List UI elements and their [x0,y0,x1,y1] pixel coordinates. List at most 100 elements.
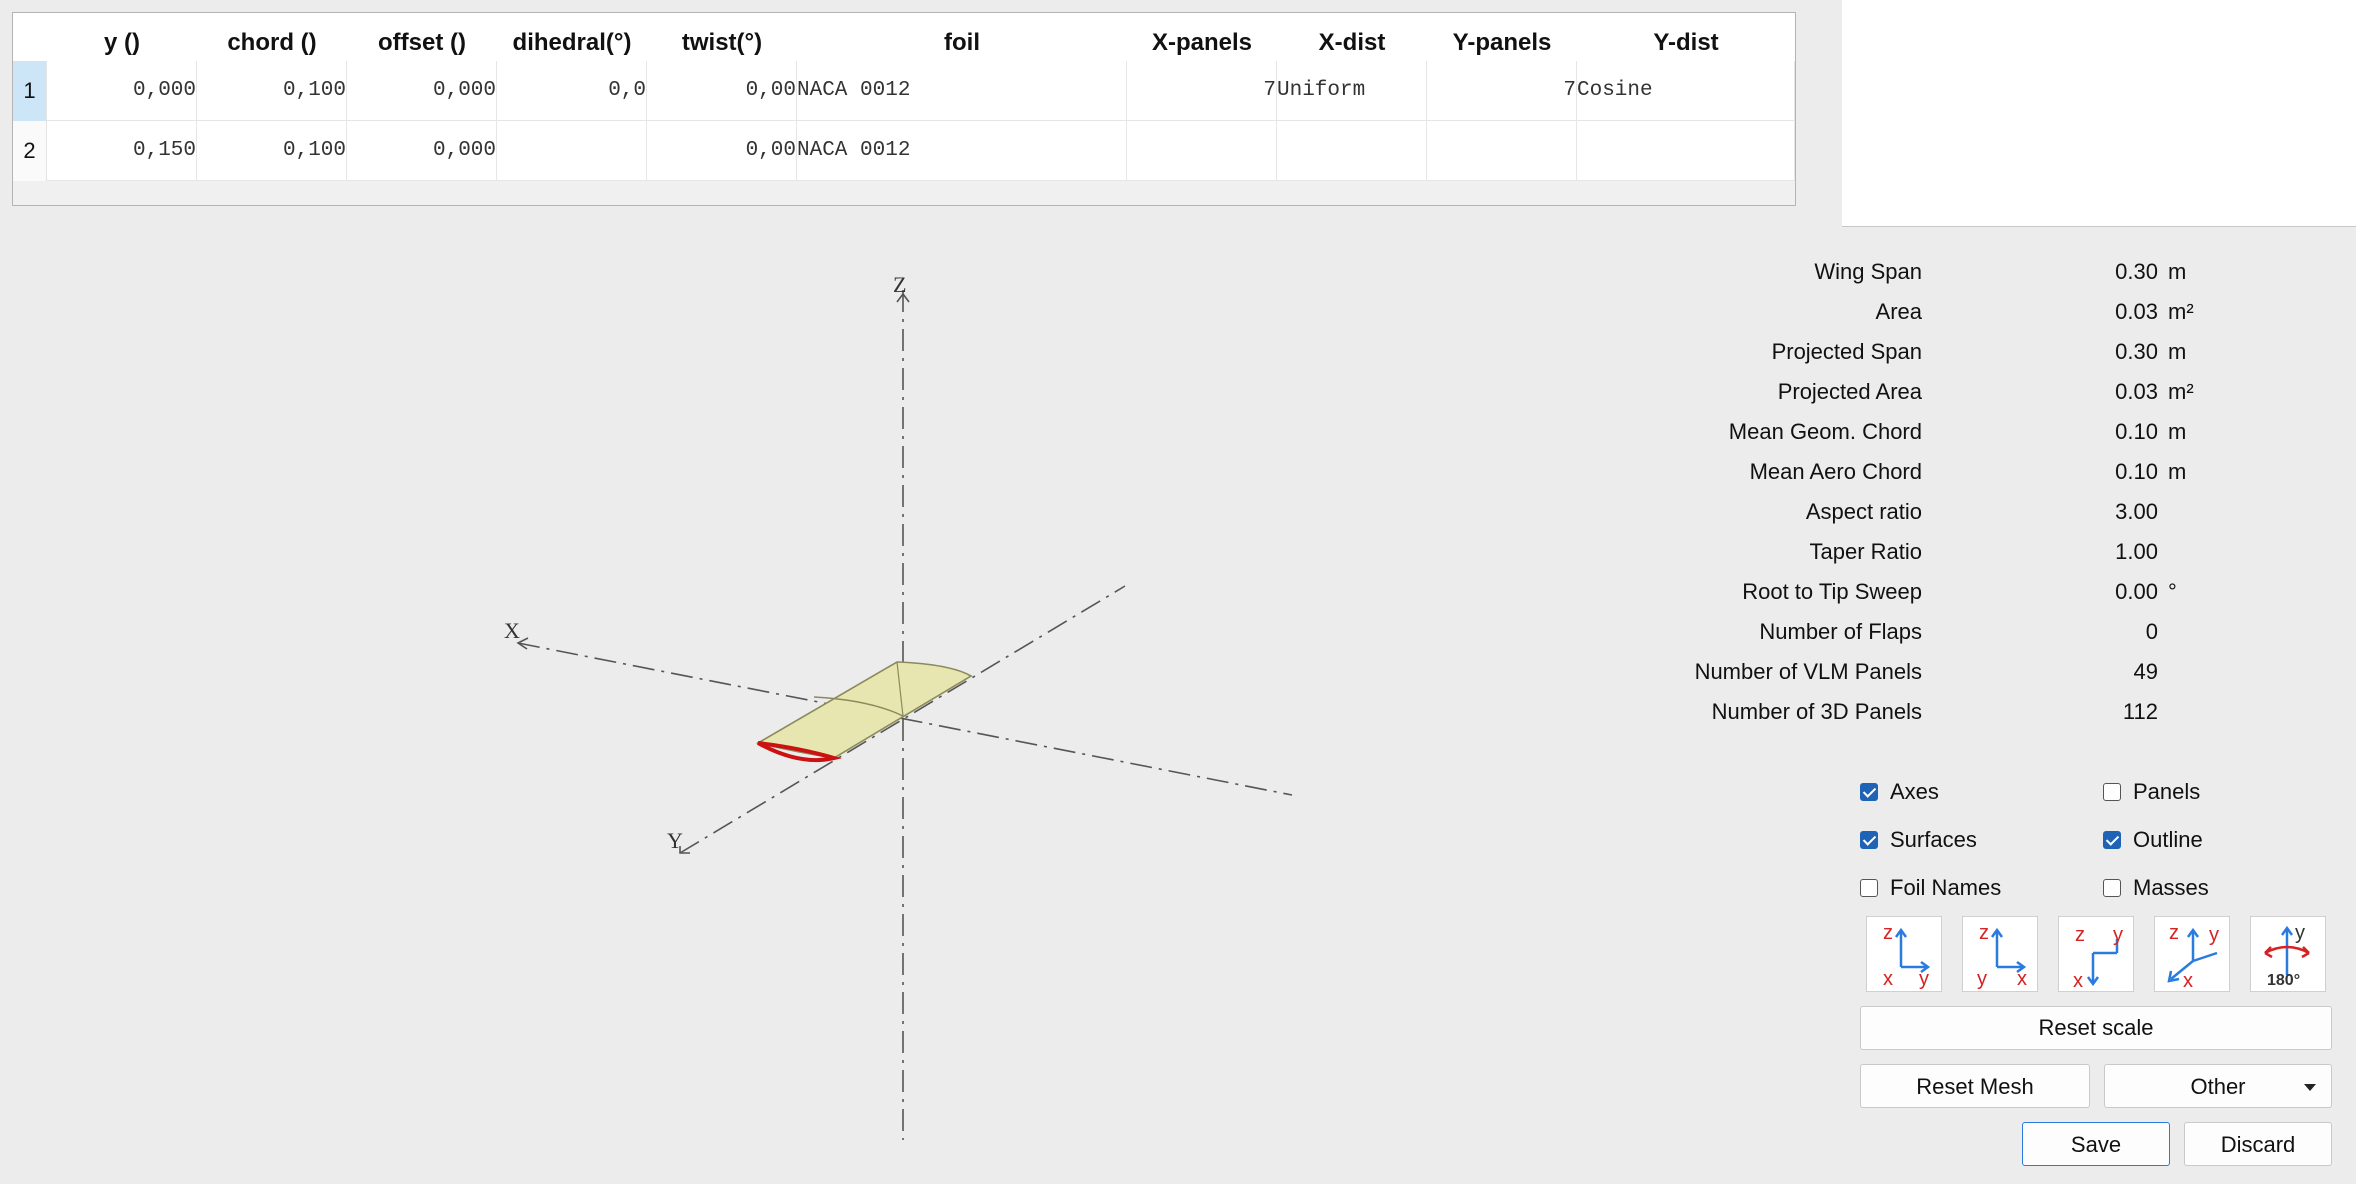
column-header-dihedral[interactable]: dihedral(°) [497,13,647,61]
property-value: 0.10 [2115,459,2158,484]
property-label: Wing Span [1814,259,1922,284]
column-header-foil[interactable]: foil [797,13,1127,61]
property-unit: m [2168,339,2187,364]
cell-offset[interactable]: 0,000 [347,61,497,121]
save-label: Save [2070,1132,2122,1157]
property-row: Projected Span 0.30 m [1772,332,2356,372]
cell-y-dist[interactable] [1577,121,1795,181]
property-row: Number of VLM Panels 49 [1695,652,2356,692]
cell-x-panels[interactable] [1127,121,1277,181]
column-header-chord[interactable]: chord () [197,13,347,61]
column-header-y-dist[interactable]: Y-dist [1577,13,1795,61]
cell-dihedral[interactable]: 0,0 [497,61,647,121]
column-header-twist[interactable]: twist(°) [647,13,797,61]
svg-text:z: z [2169,922,2179,944]
cell-y-panels[interactable]: 7 [1427,61,1577,121]
view-side-button[interactable]: z y x [2154,916,2230,992]
checkbox-box[interactable] [2103,831,2121,849]
reset-mesh-button[interactable]: Reset Mesh [1860,1064,2090,1108]
row-number[interactable]: 2 [13,121,47,181]
checkbox-box[interactable] [1860,879,1878,897]
property-value: 0.10 [2115,419,2158,444]
rotate-180-icon: y 180° [2264,922,2310,989]
property-label: Number of VLM Panels [1694,659,1922,684]
reset-scale-button[interactable]: Reset scale [1860,1006,2332,1050]
table-row[interactable]: 2 0,150 0,100 0,000 0,00 NACA 0012 [13,121,1795,181]
checkbox-label: Axes [1890,779,1939,804]
cell-y-dist[interactable]: Cosine [1577,61,1795,121]
view-iso-button[interactable]: z x y [1866,916,1942,992]
cell-chord[interactable]: 0,100 [197,61,347,121]
row-number[interactable]: 1 [13,61,47,121]
cell-foil[interactable]: NACA 0012 [797,61,1127,121]
cell-y[interactable]: 0,000 [47,61,197,121]
discard-button[interactable]: Discard [2184,1122,2332,1166]
checkbox-label: Surfaces [1890,827,1977,852]
property-unit: m² [2168,299,2194,324]
svg-text:y: y [1977,968,1987,990]
reset-mesh-label: Reset Mesh [1916,1074,2034,1099]
reset-scale-label: Reset scale [2038,1015,2154,1040]
property-value: 0 [2145,619,2158,644]
property-unit: m [2168,459,2187,484]
wing-model [755,661,973,763]
discard-label: Discard [2220,1132,2296,1157]
cell-twist[interactable]: 0,00 [647,121,797,181]
property-row: Number of 3D Panels 112 [1712,692,2356,732]
column-header-x-panels[interactable]: X-panels [1127,13,1277,61]
view-front-button[interactable]: z y x [1962,916,2038,992]
wing-preview-area [1842,0,2356,227]
property-row: Projected Area 0.03 m² [1778,372,2356,412]
column-header-x-dist[interactable]: X-dist [1277,13,1427,61]
table-row[interactable]: 1 0,000 0,100 0,000 0,0 0,00 NACA 0012 7… [13,61,1795,121]
property-value: 0.00 [2115,579,2158,604]
cell-y[interactable]: 0,150 [47,121,197,181]
column-header-offset[interactable]: offset () [347,13,497,61]
cell-twist[interactable]: 0,00 [647,61,797,121]
property-label: Projected Span [1771,339,1922,364]
view-top-button[interactable]: z x y [2058,916,2134,992]
view-iso-icon: z x y [1883,922,1931,990]
svg-text:y: y [2209,924,2219,946]
svg-text:x: x [2183,970,2193,992]
property-unit: m² [2168,379,2194,404]
property-value: 0.30 [2115,259,2158,284]
view-front-icon: z y x [1977,922,2027,990]
cell-offset[interactable]: 0,000 [347,121,497,181]
property-label: Mean Geom. Chord [1728,419,1922,444]
cell-foil[interactable]: NACA 0012 [797,121,1127,181]
checkbox-label: Outline [2133,827,2203,852]
cell-x-dist[interactable] [1277,121,1427,181]
property-value: 49 [2133,659,2158,684]
cell-y-panels[interactable] [1427,121,1577,181]
table-header: y () chord () offset () dihedral(°) twis… [13,13,1795,61]
property-value: 3.00 [2115,499,2158,524]
cell-chord[interactable]: 0,100 [197,121,347,181]
property-value: 0.30 [2115,339,2158,364]
column-header-y[interactable]: y () [47,13,197,61]
property-value: 0.03 [2115,299,2158,324]
view-rotate-180-button[interactable]: y 180° [2250,916,2326,992]
column-header-y-panels[interactable]: Y-panels [1427,13,1577,61]
corner-cell[interactable] [13,13,47,61]
property-label: Aspect ratio [1805,499,1922,524]
checkbox-box[interactable] [2103,879,2121,897]
svg-text:y: y [1919,968,1929,990]
svg-text:z: z [1883,922,1893,944]
checkbox-box[interactable] [2103,783,2121,801]
svg-text:180°: 180° [2267,972,2300,989]
checkbox-box[interactable] [1860,831,1878,849]
cell-x-dist[interactable]: Uniform [1277,61,1427,121]
cell-dihedral[interactable] [497,121,647,181]
other-dropdown-button[interactable]: Other [2104,1064,2332,1108]
svg-text:x: x [2017,968,2027,990]
cell-x-panels[interactable]: 7 [1127,61,1277,121]
save-button[interactable]: Save [2022,1122,2170,1166]
property-row: Mean Aero Chord 0.10 m [1750,452,2356,492]
y-axis-label: Y [667,828,683,853]
property-row: Area 0.03 m² [1842,292,2356,332]
3d-viewport[interactable]: X Y Z [0,230,1810,1184]
property-row: Mean Geom. Chord 0.10 m [1729,412,2356,452]
checkbox-box[interactable] [1860,783,1878,801]
chevron-down-icon [2304,1084,2316,1091]
